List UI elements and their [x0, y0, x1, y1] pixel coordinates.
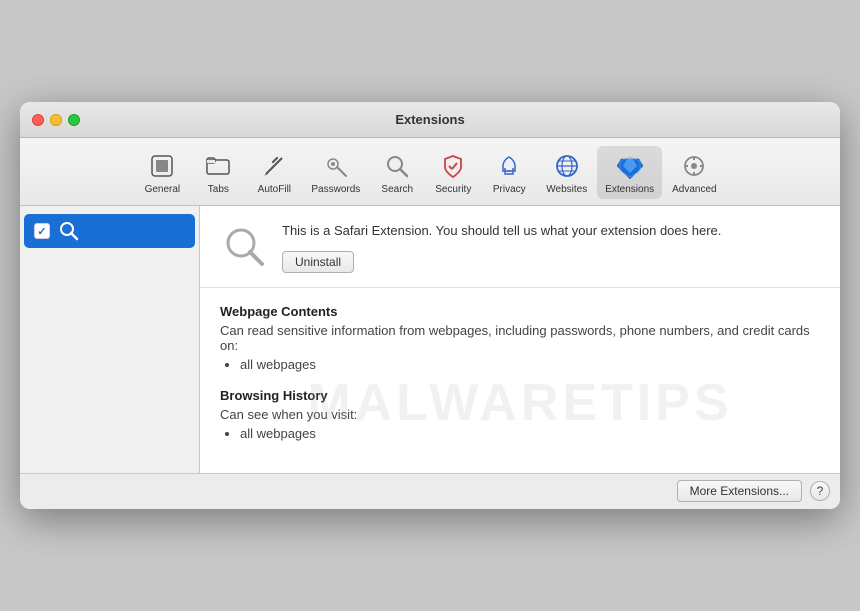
titlebar: Extensions [20, 102, 840, 138]
maximize-button[interactable] [68, 114, 80, 126]
uninstall-button[interactable]: Uninstall [282, 251, 354, 273]
extensions-active-icon [614, 150, 646, 182]
passwords-icon [320, 150, 352, 182]
webpage-contents-list: all webpages [240, 357, 820, 372]
footer: More Extensions... ? [20, 473, 840, 509]
window-title: Extensions [395, 112, 464, 127]
autofill-label: AutoFill [258, 184, 291, 195]
toolbar-item-autofill[interactable]: AutoFill [247, 146, 301, 199]
minimize-button[interactable] [50, 114, 62, 126]
browsing-history-desc: Can see when you visit: [220, 407, 820, 422]
webpage-contents-group: Webpage Contents Can read sensitive info… [220, 304, 820, 372]
autofill-icon [258, 150, 290, 182]
main-content: ✓ MALWARETIPS [20, 206, 840, 472]
webpage-contents-item-0: all webpages [240, 357, 820, 372]
privacy-icon [493, 150, 525, 182]
toolbar-item-extensions[interactable]: Extensions [597, 146, 662, 199]
traffic-lights [32, 114, 80, 126]
security-icon [437, 150, 469, 182]
permissions-section: Webpage Contents Can read sensitive info… [200, 288, 840, 473]
general-label: General [145, 184, 181, 195]
toolbar-item-privacy[interactable]: Privacy [482, 146, 536, 199]
tabs-label: Tabs [208, 184, 229, 195]
toolbar-item-tabs[interactable]: Tabs [191, 146, 245, 199]
websites-icon [551, 150, 583, 182]
toolbar: General Tabs [20, 138, 840, 206]
toolbar-item-search[interactable]: Search [370, 146, 424, 199]
safari-preferences-window: Extensions General [20, 102, 840, 508]
toolbar-items: General Tabs [135, 146, 724, 199]
browsing-history-group: Browsing History Can see when you visit:… [220, 388, 820, 441]
browsing-history-title: Browsing History [220, 388, 820, 403]
advanced-label: Advanced [672, 184, 716, 195]
search-toolbar-icon [381, 150, 413, 182]
privacy-label: Privacy [493, 184, 526, 195]
extension-checkbox[interactable]: ✓ [34, 223, 50, 239]
extension-header: This is a Safari Extension. You should t… [200, 206, 840, 287]
more-extensions-button[interactable]: More Extensions... [677, 480, 802, 502]
security-label: Security [435, 184, 471, 195]
sidebar: ✓ [20, 206, 200, 472]
checkmark-icon: ✓ [37, 225, 46, 238]
passwords-label: Passwords [311, 184, 360, 195]
browsing-history-item-0: all webpages [240, 426, 820, 441]
help-button[interactable]: ? [810, 481, 830, 501]
toolbar-item-general[interactable]: General [135, 146, 189, 199]
browsing-history-list: all webpages [240, 426, 820, 441]
extension-sidebar-icon [58, 220, 80, 242]
toolbar-item-passwords[interactable]: Passwords [303, 146, 368, 199]
webpage-contents-title: Webpage Contents [220, 304, 820, 319]
search-label: Search [381, 184, 413, 195]
sidebar-item-search-ext[interactable]: ✓ [24, 214, 195, 248]
close-button[interactable] [32, 114, 44, 126]
extension-description: This is a Safari Extension. You should t… [282, 222, 820, 240]
general-icon [146, 150, 178, 182]
websites-label: Websites [546, 184, 587, 195]
webpage-contents-desc: Can read sensitive information from webp… [220, 323, 820, 353]
extension-info: This is a Safari Extension. You should t… [282, 222, 820, 272]
tabs-icon [202, 150, 234, 182]
detail-panel: MALWARETIPS This is a Safari Extension. … [200, 206, 840, 472]
toolbar-item-advanced[interactable]: Advanced [664, 146, 724, 199]
advanced-icon [678, 150, 710, 182]
toolbar-item-security[interactable]: Security [426, 146, 480, 199]
extensions-label: Extensions [605, 184, 654, 195]
toolbar-item-websites[interactable]: Websites [538, 146, 595, 199]
extension-icon [220, 222, 268, 270]
